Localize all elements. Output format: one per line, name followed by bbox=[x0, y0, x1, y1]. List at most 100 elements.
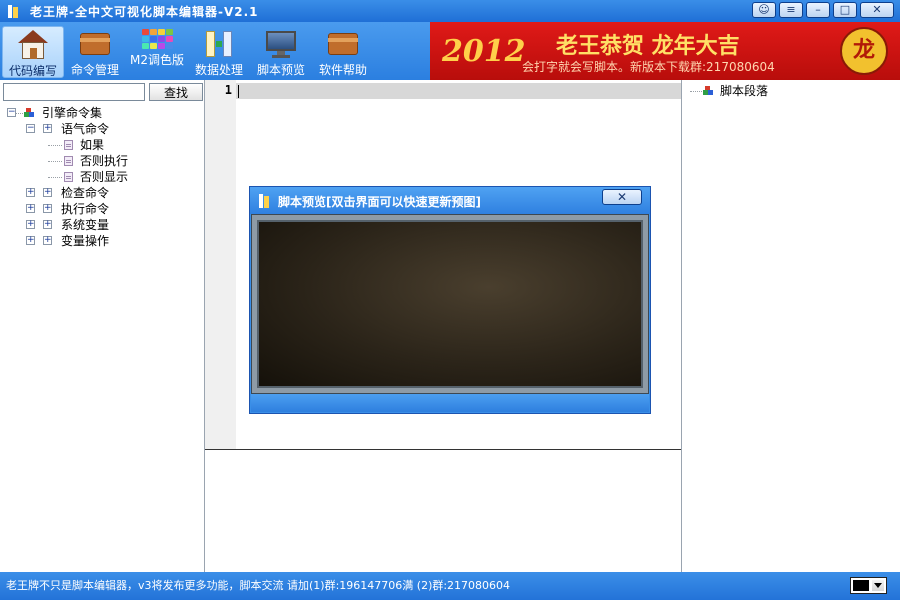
tree-leaf[interactable]: 否则执行 bbox=[0, 153, 205, 169]
command-doc-icon bbox=[64, 156, 73, 166]
promo-banner[interactable]: 2012 老王恭贺 龙年大吉 会打字就会写脚本。新版本下载群:217080604… bbox=[430, 22, 900, 80]
script-preview-button[interactable]: 脚本预览 bbox=[250, 26, 312, 78]
palette-swatch bbox=[165, 43, 173, 49]
expand-icon[interactable]: + bbox=[26, 204, 35, 213]
node-expand-icon: + bbox=[43, 123, 52, 133]
tree-leaf[interactable]: 否则显示 bbox=[0, 169, 205, 185]
color-grid-icon bbox=[141, 29, 173, 49]
software-help-label: 软件帮助 bbox=[318, 63, 367, 77]
color-picker-dropdown[interactable] bbox=[850, 577, 887, 594]
tree-leaf[interactable]: 如果 bbox=[0, 137, 205, 153]
wallet-icon bbox=[326, 29, 360, 59]
line-number: 1 bbox=[224, 83, 232, 97]
tree-node-3[interactable]: + + 系统变量 bbox=[0, 217, 205, 233]
chevron-down-icon[interactable] bbox=[872, 580, 884, 591]
tree-node-label: 变量操作 bbox=[61, 234, 110, 248]
tree-leaf-label: 否则显示 bbox=[80, 170, 129, 184]
palette-swatch bbox=[157, 29, 165, 35]
script-outline-panel: 脚本段落 bbox=[681, 80, 900, 572]
window-title: 老王牌-全中文可视化脚本编辑器-V2.1 bbox=[30, 4, 259, 19]
house-icon bbox=[16, 30, 50, 60]
m2-palette-button[interactable]: M2调色版 bbox=[126, 26, 188, 78]
tree-node-4[interactable]: + + 变量操作 bbox=[0, 233, 205, 249]
tree-connector bbox=[48, 177, 62, 178]
app-book-icon bbox=[8, 4, 20, 18]
minimize-icon[interactable]: – bbox=[806, 2, 830, 18]
node-expand-icon: + bbox=[43, 235, 52, 245]
search-button[interactable]: 查找 bbox=[149, 83, 203, 101]
command-tree: − 引擎命令集 − + 语气命令 如果 否则执行 否则显示 + + 检查命令 +… bbox=[0, 105, 205, 249]
palette-swatch bbox=[157, 43, 165, 49]
collapse-icon[interactable]: − bbox=[26, 124, 35, 133]
search-input[interactable] bbox=[3, 83, 145, 101]
wallet-icon bbox=[78, 29, 112, 59]
tree-leaf-label: 如果 bbox=[80, 138, 105, 152]
tree-node-label: 执行命令 bbox=[61, 202, 110, 216]
outline-root[interactable]: 脚本段落 bbox=[682, 83, 900, 99]
expand-icon[interactable]: + bbox=[26, 236, 35, 245]
output-pane[interactable] bbox=[205, 450, 681, 572]
title-bar[interactable]: 老王牌-全中文可视化脚本编辑器-V2.1 ☺ ≡ – □ ✕ bbox=[0, 0, 900, 22]
palette-swatch bbox=[157, 36, 165, 42]
palette-swatch bbox=[165, 29, 173, 35]
app-book-icon bbox=[259, 194, 270, 208]
app-window: 老王牌-全中文可视化脚本编辑器-V2.1 ☺ ≡ – □ ✕ 代码编写 命令管理… bbox=[0, 0, 900, 600]
node-expand-icon: + bbox=[43, 203, 52, 213]
command-manage-button[interactable]: 命令管理 bbox=[64, 26, 126, 78]
text-caret bbox=[238, 85, 239, 98]
script-preview-label: 脚本预览 bbox=[256, 63, 305, 77]
expand-icon[interactable]: + bbox=[26, 188, 35, 197]
banner-subtitle: 会打字就会写脚本。新版本下载群:217080604 bbox=[522, 60, 775, 74]
close-icon[interactable]: ✕ bbox=[860, 2, 894, 18]
outline-root-label: 脚本段落 bbox=[720, 84, 769, 98]
maximize-icon[interactable]: □ bbox=[833, 2, 857, 18]
tree-connector bbox=[48, 161, 62, 162]
palette-swatch bbox=[149, 29, 157, 35]
data-process-label: 数据处理 bbox=[194, 63, 243, 77]
preview-close-button[interactable]: ✕ bbox=[602, 189, 642, 205]
line-gutter: 1 bbox=[205, 80, 236, 449]
collapse-icon[interactable]: − bbox=[7, 108, 16, 117]
toolbar-buttons: 代码编写 命令管理 M2调色版 数据处理 脚本预览 软件帮助 bbox=[2, 26, 374, 78]
color-swatch bbox=[853, 580, 869, 591]
seal-char: 龙 bbox=[852, 38, 875, 63]
preview-title: 脚本预览[双击界面可以快速更新预图] bbox=[278, 195, 481, 209]
data-process-button[interactable]: 数据处理 bbox=[188, 26, 250, 78]
window-controls: ☺ ≡ – □ ✕ bbox=[752, 2, 894, 18]
code-write-button[interactable]: 代码编写 bbox=[2, 26, 64, 78]
command-panel: 查找 − 引擎命令集 − + 语气命令 如果 否则执行 否则显示 + + 检查命… bbox=[0, 80, 205, 572]
tree-node-0[interactable]: − + 语气命令 bbox=[0, 121, 205, 137]
expand-icon[interactable]: + bbox=[26, 220, 35, 229]
node-expand-icon: + bbox=[43, 187, 52, 197]
palette-swatch bbox=[149, 43, 157, 49]
tree-root[interactable]: − 引擎命令集 bbox=[0, 105, 205, 121]
palette-swatch bbox=[149, 36, 157, 42]
tree-node-label: 语气命令 bbox=[61, 122, 110, 136]
palette-swatch bbox=[141, 43, 149, 49]
palette-swatch bbox=[141, 36, 149, 42]
banner-year: 2012 bbox=[442, 34, 526, 69]
preview-title-bar[interactable]: 脚本预览[双击界面可以快速更新预图] ✕ bbox=[250, 187, 650, 214]
status-message: 老王牌不只是脚本编辑器，v3将发布更多功能，脚本交流 请加(1)群:196147… bbox=[6, 579, 511, 592]
current-line-highlight bbox=[236, 83, 681, 99]
chat-icon[interactable]: ☺ bbox=[752, 2, 776, 18]
palette-swatch bbox=[165, 36, 173, 42]
palette-swatch bbox=[141, 29, 149, 35]
tree-node-1[interactable]: + + 检查命令 bbox=[0, 185, 205, 201]
data-transfer-icon bbox=[202, 29, 236, 59]
search-row: 查找 bbox=[3, 83, 203, 101]
tree-connector bbox=[16, 113, 23, 114]
tree-node-2[interactable]: + + 执行命令 bbox=[0, 201, 205, 217]
command-doc-icon bbox=[64, 140, 73, 150]
preview-canvas[interactable] bbox=[251, 214, 649, 394]
command-manage-label: 命令管理 bbox=[70, 63, 119, 77]
status-bar: 老王牌不只是脚本编辑器，v3将发布更多功能，脚本交流 请加(1)群:196147… bbox=[0, 572, 900, 600]
node-expand-icon: + bbox=[43, 219, 52, 229]
software-help-button[interactable]: 软件帮助 bbox=[312, 26, 374, 78]
m2-palette-label: M2调色版 bbox=[130, 53, 184, 67]
tree-connector bbox=[690, 91, 702, 92]
dragon-seal-icon: 龙 bbox=[840, 27, 888, 75]
tree-node-label: 系统变量 bbox=[61, 218, 110, 232]
tree-leaf-label: 否则执行 bbox=[80, 154, 129, 168]
menu-icon[interactable]: ≡ bbox=[779, 2, 803, 18]
